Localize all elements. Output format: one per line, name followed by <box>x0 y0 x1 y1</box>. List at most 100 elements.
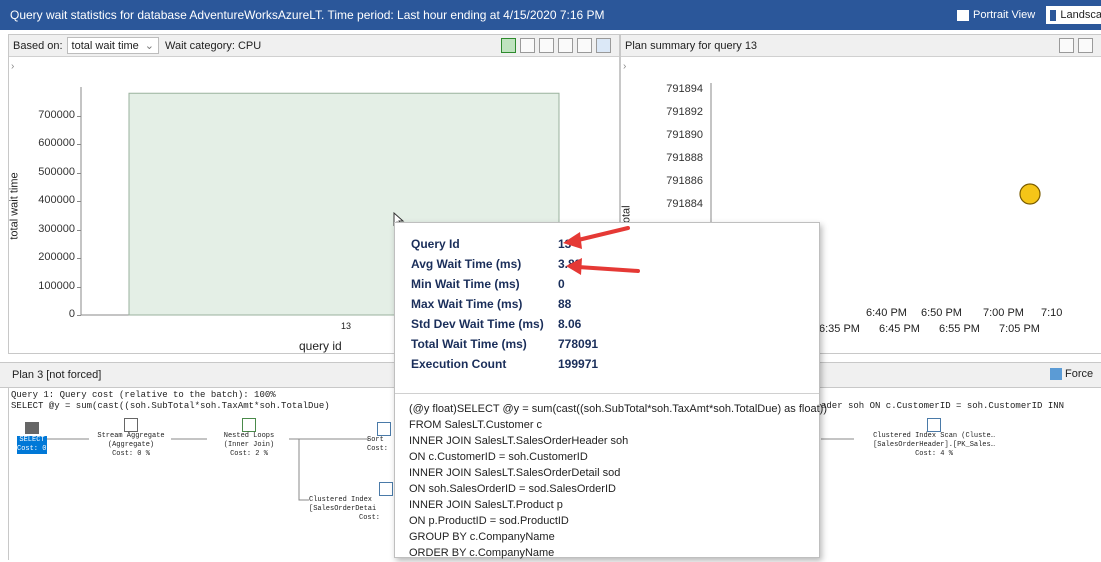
plan-op-clustered-index-scan[interactable]: Clustered Index Scan (Cluste… [SalesOrde… <box>854 418 1014 459</box>
y-tick-mark <box>77 258 81 259</box>
y-tick-0: 0 <box>68 308 75 320</box>
nested-loops-sub: (Inner Join) <box>223 441 275 449</box>
tooltip-sql-line-8: GROUP BY c.CompanyName <box>409 531 555 543</box>
portrait-view-icon <box>957 9 969 21</box>
arrow-avg-wait-head <box>566 258 582 275</box>
x-tick-bottom-2: 6:55 PM <box>939 323 980 335</box>
select-op-icon <box>25 422 39 434</box>
plan-label: Plan 3 [not forced] <box>12 369 102 381</box>
right-y-tick-791890: 791890 <box>666 129 703 141</box>
table-view-icon[interactable] <box>577 38 592 53</box>
tooltip-sql-line-1: FROM SalesLT.Customer c <box>409 419 543 431</box>
based-on-dropdown[interactable]: total wait time ⌄ <box>66 37 160 54</box>
clustered-detail-name: Clustered Index <box>309 496 373 504</box>
clustered-detail-cost: Cost: <box>359 514 381 522</box>
stream-aggregate-icon <box>124 418 138 432</box>
plan-op-nested-loops[interactable]: Nested Loops (Inner Join) Cost: 2 % <box>207 418 291 459</box>
clustered-scan-sub: [SalesOrderHeader].[PK_Sales… <box>873 441 995 449</box>
tooltip-label-2: Min Wait Time (ms) <box>411 277 520 291</box>
force-plan-button[interactable]: Force <box>1050 366 1093 382</box>
sort-name: Sort <box>367 436 384 444</box>
clustered-index-icon <box>379 482 393 496</box>
tooltip-label-0: Query Id <box>411 237 460 251</box>
tooltip-value-6: 199971 <box>558 357 599 371</box>
plan-op-clustered-index-detail[interactable]: Clustered Index [SalesOrderDetai Cost: <box>309 482 393 523</box>
x-tick-top-4: 7:10 <box>1041 307 1063 319</box>
wait-category-label: Wait category: CPU <box>165 39 262 52</box>
refresh-icon[interactable] <box>501 38 516 53</box>
y-tick-500000: 500000 <box>38 165 75 178</box>
clustered-index-scan-icon <box>927 418 941 432</box>
tooltip-sql-line-6: INNER JOIN SalesLT.Product p <box>409 499 563 511</box>
y-tick-mark <box>77 229 81 231</box>
x-tick-bottom-3: 7:05 PM <box>999 323 1040 335</box>
x-tick-top-3: 7:00 PM <box>983 307 1024 319</box>
portrait-view-label: Portrait View <box>973 9 1036 21</box>
x-tick-bottom-0: 6:35 PM <box>819 323 860 335</box>
tooltip-label-1: Avg Wait Time (ms) <box>411 257 522 271</box>
arrow-avg-wait <box>576 265 640 273</box>
y-tick-200000: 200000 <box>38 251 75 263</box>
tooltip-sql-line-3: ON c.CustomerID = soh.CustomerID <box>409 451 588 463</box>
clustered-scan-cost: Cost: 4 % <box>915 450 953 458</box>
tooltip-value-4: 8.06 <box>558 317 582 331</box>
clustered-detail-sub: [SalesOrderDetai <box>309 505 377 513</box>
y-tick-mark <box>77 286 81 288</box>
chart-view-icon[interactable] <box>1078 38 1093 53</box>
window-title: Query wait statistics for database Adven… <box>10 8 605 22</box>
tooltip-sql-line-0: (@y float)SELECT @y = sum(cast((soh.SubT… <box>409 403 827 415</box>
based-on-value: total wait time <box>71 39 139 52</box>
grid-view-icon[interactable] <box>520 38 535 53</box>
select-op-name: SELECT <box>17 436 47 445</box>
y-tick-100000: 100000 <box>38 279 75 292</box>
y-tick-300000: 300000 <box>38 222 75 235</box>
nested-loops-name: Nested Loops <box>223 432 275 440</box>
arrow-query-id <box>572 226 630 243</box>
right-y-tick-791894: 791894 <box>666 83 703 95</box>
tooltip-label-4: Std Dev Wait Time (ms) <box>411 317 544 331</box>
tooltip-divider <box>395 393 819 394</box>
landscape-view-button[interactable]: Landsca <box>1046 6 1101 24</box>
stream-aggregate-cost: Cost: 0 % <box>112 450 150 458</box>
nested-loops-cost: Cost: 2 % <box>230 450 268 458</box>
y-tick-mark <box>77 172 81 174</box>
y-tick-700000: 700000 <box>38 108 75 121</box>
portrait-view-button[interactable]: Portrait View <box>957 6 1035 24</box>
y-tick-mark <box>77 115 81 117</box>
tooltip-label-3: Max Wait Time (ms) <box>411 297 523 311</box>
x-tick-top-1: 6:40 PM <box>866 307 907 319</box>
plan-op-stream-aggregate[interactable]: Stream Aggregate (Aggregate) Cost: 0 % <box>89 418 173 459</box>
y-tick-600000: 600000 <box>38 137 75 149</box>
y-tick-mark <box>77 201 81 202</box>
chart-view-icon[interactable] <box>596 38 611 53</box>
force-plan-icon <box>1050 368 1062 380</box>
sort-cost: Cost: <box>367 445 389 453</box>
landscape-view-icon <box>1050 9 1057 21</box>
based-on-label: Based on: <box>13 39 63 52</box>
plan-op-sort[interactable]: Sort Cost: <box>367 422 395 454</box>
tooltip-sql-line-9: ORDER BY c.CompanyName <box>409 547 555 559</box>
right-y-tick-791888: 791888 <box>666 152 703 164</box>
export-icon[interactable] <box>558 38 573 53</box>
plan-summary-title: Plan summary for query 13 <box>625 39 758 52</box>
window-title-bar: Query wait statistics for database Adven… <box>0 0 1101 30</box>
annotation-arrows <box>563 226 640 275</box>
stream-aggregate-sub: (Aggregate) <box>107 441 155 449</box>
tooltip-sql-line-4: INNER JOIN SalesLT.SalesOrderDetail sod <box>409 467 621 479</box>
right-y-tick-791884: 791884 <box>666 198 703 210</box>
tooltip-sql-line-5: ON soh.SalesOrderID = sod.SalesOrderID <box>409 483 616 495</box>
sort-icon <box>377 422 391 436</box>
chevron-down-icon: ⌄ <box>144 40 155 52</box>
y-tick-400000: 400000 <box>38 194 75 206</box>
plan-summary-toolbar: Plan summary for query 13 <box>621 35 1101 57</box>
tooltip-label-6: Execution Count <box>411 357 507 371</box>
right-y-tick-791886: 791886 <box>666 175 703 187</box>
plan-point <box>1019 183 1041 205</box>
grid-view-icon[interactable] <box>1059 38 1074 53</box>
x-tick-top-2: 6:50 PM <box>921 307 962 319</box>
plan-op-select[interactable]: SELECT Cost: 0 % <box>17 422 55 454</box>
tooltip-sql-line-2: INNER JOIN SalesLT.SalesOrderHeader soh <box>409 435 629 447</box>
landscape-view-label: Landsca <box>1060 9 1101 21</box>
y-tick-mark <box>77 144 81 145</box>
configure-icon[interactable] <box>539 38 554 53</box>
